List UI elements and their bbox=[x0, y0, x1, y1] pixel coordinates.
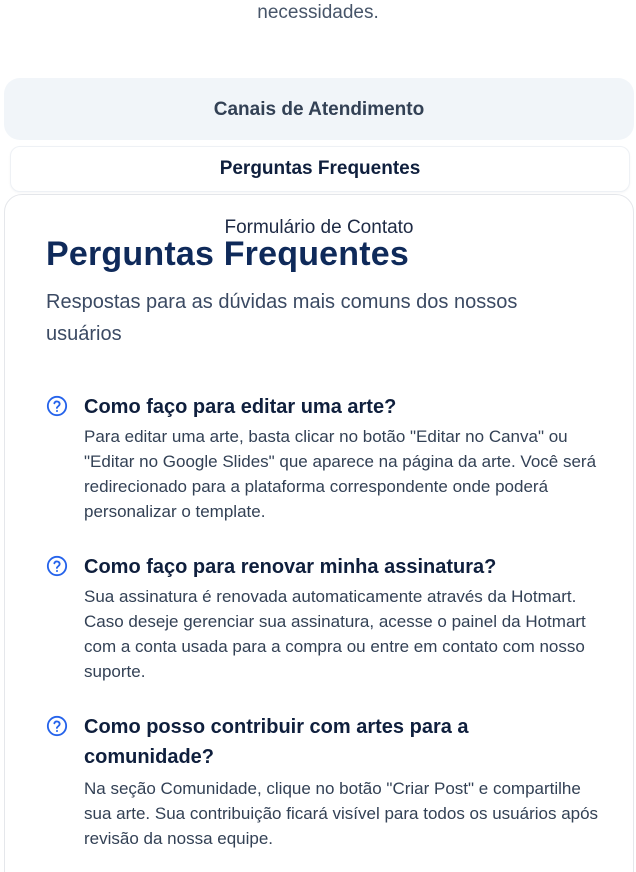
intro-text: necessidades. bbox=[257, 2, 379, 23]
faq-answer: Para editar uma arte, basta clicar no bo… bbox=[84, 427, 597, 521]
faq-title: Perguntas Frequentes bbox=[46, 235, 409, 273]
faq-item[interactable]: Como posso contribuir com artes para a c… bbox=[46, 712, 606, 862]
faq-question: Como faço para editar uma arte? bbox=[84, 396, 397, 418]
support-page: necessidades. Canais de Atendimento Perg… bbox=[0, 0, 636, 872]
faq-answer: Sua assinatura é renovada automaticament… bbox=[84, 587, 586, 681]
help-circle-icon bbox=[46, 715, 68, 737]
faq-question: Como faço para renovar minha assinatura? bbox=[84, 556, 497, 578]
faq-subtitle: Respostas para as dúvidas mais comuns do… bbox=[46, 291, 518, 345]
faq-question: Como posso contribuir com artes para a c… bbox=[84, 716, 469, 768]
faq-answer: Na seção Comunidade, clique no botão "Cr… bbox=[84, 779, 599, 848]
tab-perguntas-frequentes[interactable]: Perguntas Frequentes bbox=[10, 146, 630, 192]
help-circle-icon bbox=[46, 395, 68, 417]
faq-item[interactable]: Como faço para editar uma arte? Para edi… bbox=[46, 392, 606, 522]
help-circle-icon bbox=[46, 555, 68, 577]
tab-canais-de-atendimento[interactable]: Canais de Atendimento bbox=[4, 96, 634, 124]
faq-item[interactable]: Como faço para renovar minha assinatura?… bbox=[46, 552, 606, 682]
